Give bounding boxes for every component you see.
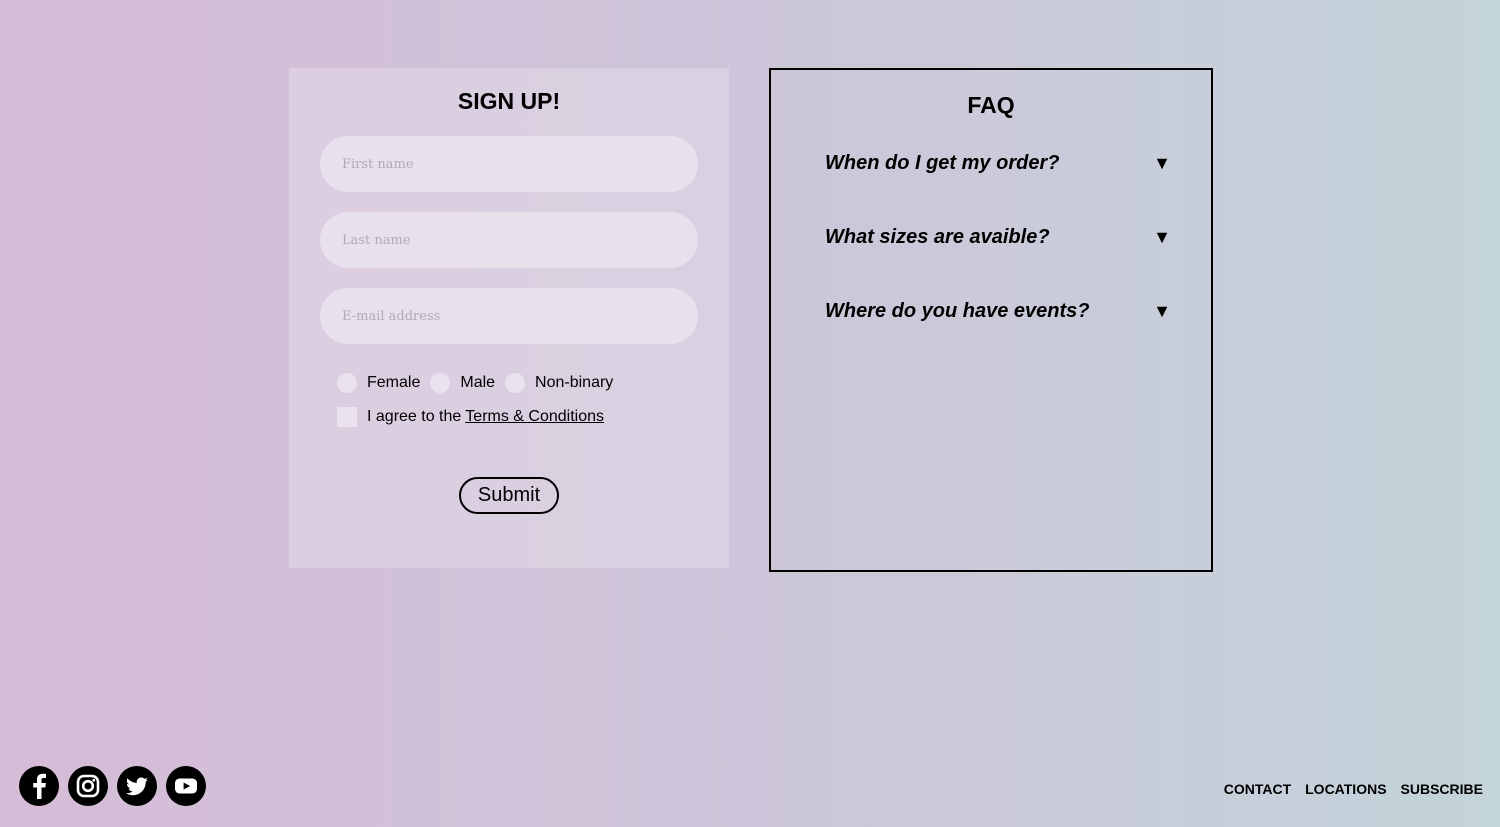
radio-label-nonbinary: Non-binary — [535, 374, 614, 391]
radio-female[interactable] — [337, 373, 357, 393]
footer-link-contact[interactable]: CONTACT — [1224, 781, 1291, 797]
expand-arrow-icon: ▼ — [1153, 300, 1171, 321]
social-links — [19, 766, 206, 806]
expand-arrow-icon: ▼ — [1153, 226, 1171, 247]
facebook-icon[interactable] — [19, 766, 59, 806]
terms-link[interactable]: Terms & Conditions — [465, 408, 604, 426]
faq-question: When do I get my order? — [825, 151, 1060, 174]
radio-male[interactable] — [430, 373, 451, 393]
footer-link-subscribe[interactable]: SUBSCRIBE — [1401, 781, 1483, 797]
youtube-icon[interactable] — [166, 766, 206, 806]
footer-link-locations[interactable]: LOCATIONS — [1305, 781, 1386, 797]
radio-label-female: Female — [367, 374, 421, 391]
terms-row: I agree to the Terms & Conditions — [337, 407, 604, 427]
faq-item[interactable]: Where do you have events? ▼ — [825, 296, 1171, 326]
signup-form: SIGN UP! Female Male Non-binary I agree … — [289, 68, 729, 568]
gender-radio-group: Female Male Non-binary — [337, 373, 623, 393]
faq-item[interactable]: When do I get my order? ▼ — [825, 148, 1171, 178]
radio-nonbinary[interactable] — [505, 373, 526, 393]
footer-nav: CONTACT LOCATIONS SUBSCRIBE — [1224, 781, 1483, 797]
signup-title: SIGN UP! — [457, 88, 561, 114]
radio-label-male: Male — [460, 374, 496, 391]
faq-title: FAQ — [967, 92, 1015, 118]
faq-question: Where do you have events? — [825, 299, 1090, 322]
email-input[interactable] — [320, 288, 698, 344]
terms-prefix: I agree to the — [367, 408, 462, 425]
last-name-input[interactable] — [320, 212, 698, 268]
instagram-icon[interactable] — [68, 766, 108, 806]
first-name-input[interactable] — [320, 136, 698, 192]
terms-checkbox[interactable] — [337, 407, 357, 427]
faq-panel: FAQ When do I get my order? ▼ What sizes… — [769, 68, 1213, 572]
faq-question: What sizes are avaible? — [825, 225, 1050, 248]
submit-button[interactable]: Submit — [459, 477, 559, 514]
expand-arrow-icon: ▼ — [1153, 152, 1171, 173]
twitter-icon[interactable] — [117, 766, 157, 806]
faq-item[interactable]: What sizes are avaible? ▼ — [825, 222, 1171, 252]
